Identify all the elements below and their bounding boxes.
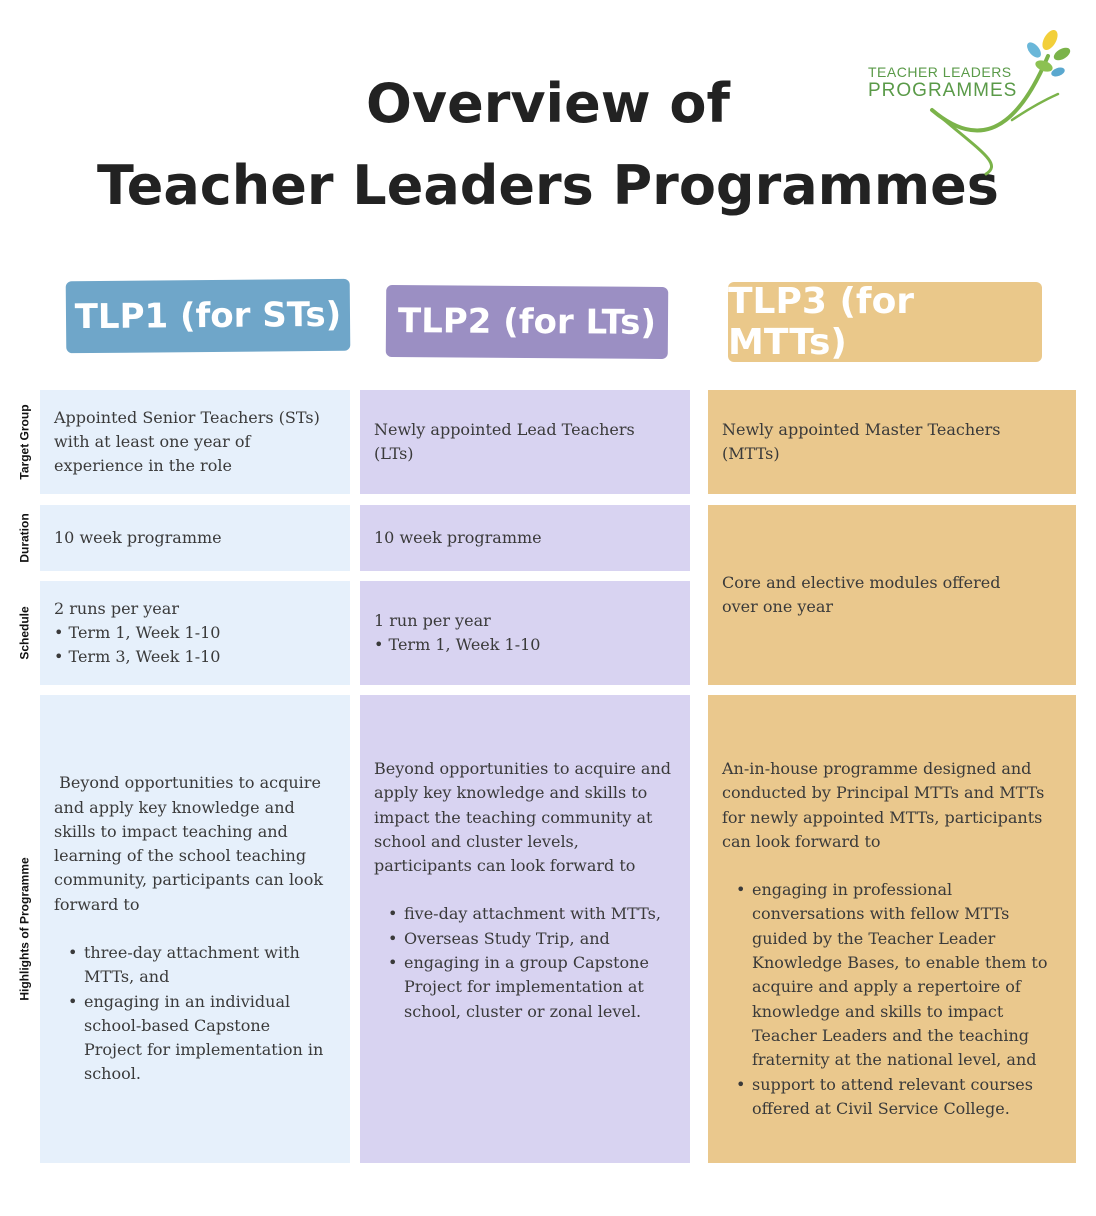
text-line: school-based Capstone — [84, 1015, 271, 1035]
text-line: acquire and apply a repertoire of — [752, 977, 1021, 997]
text-line: conducted by Principal MTTs and MTTs — [722, 783, 1045, 803]
row-label-duration-text: Duration — [18, 513, 32, 563]
list-item: Overseas Study Trip, and — [388, 927, 676, 952]
tlp1-schedule-cell: 2 runs per year • Term 1, Week 1-10 • Te… — [40, 581, 350, 685]
text-line: impact the teaching community at — [374, 807, 653, 827]
text-line: engaging in an individual — [84, 991, 291, 1011]
text-line: Knowledge Bases, to enable them to — [752, 953, 1048, 973]
tlp2-schedule-cell: 1 run per year • Term 1, Week 1-10 — [360, 581, 690, 685]
row-label-highlights: Highlights of Programme — [10, 695, 40, 1163]
highlights-list: three-day attachment with MTTs, and enga… — [54, 941, 336, 1087]
logo-text-line-1: TEACHER LEADERS — [868, 64, 1012, 80]
text-line: offered at Civil Service College. — [752, 1098, 1010, 1118]
row-label-schedule: Schedule — [10, 581, 40, 685]
text-line: conversations with fellow MTTs — [752, 904, 1010, 924]
highlights-list: engaging in professional conversations w… — [722, 878, 1062, 1121]
text-line: three-day attachment with — [84, 943, 300, 962]
text-line: fraternity at the national level, and — [752, 1050, 1037, 1070]
text-line: community, participants can look — [54, 870, 324, 890]
text-line: engaging in a group Capstone — [404, 953, 649, 973]
text-line: five-day attachment with MTTs, — [404, 904, 661, 924]
teacher-leaders-logo: TEACHER LEADERS PROGRAMMES — [862, 24, 1082, 180]
text-line: Teacher Leaders and the teaching — [752, 1025, 1030, 1045]
text-line: forward to — [54, 894, 140, 914]
text-line: experience in the role — [54, 456, 232, 476]
text-line: Project for implementation at — [404, 977, 644, 997]
row-label-target-group: Target Group — [10, 390, 40, 494]
text-line: Beyond opportunities to acquire and — [374, 759, 671, 778]
tlp3-duration-schedule-cell: Core and elective modules offered over o… — [708, 505, 1076, 685]
text-line: for newly appointed MTTs, participants — [722, 807, 1043, 827]
text-line: • Term 3, Week 1-10 — [54, 647, 221, 667]
text-line: Core and elective modules offered — [722, 572, 1001, 592]
row-label-duration: Duration — [10, 505, 40, 571]
highlights-list: five-day attachment with MTTs, Overseas … — [374, 902, 676, 1023]
text-line: 10 week programme — [374, 527, 542, 547]
highlights-intro: An-in-house programme designed and condu… — [722, 757, 1062, 854]
text-line: can look forward to — [722, 831, 881, 851]
highlights-intro: Beyond opportunities to acquire and appl… — [374, 757, 676, 878]
text-line: • Term 1, Week 1-10 — [54, 622, 221, 642]
text-line: Appointed Senior Teachers (STs) — [54, 407, 320, 427]
text-line: Newly appointed Master Teachers (MTTs) — [722, 419, 1001, 463]
logo-text-line-2: PROGRAMMES — [868, 80, 1018, 101]
text-line: and apply key knowledge and — [54, 797, 295, 817]
text-line: Project for implementation in — [84, 1040, 324, 1060]
tlp2-header: TLP2 (for LTs) — [385, 285, 669, 359]
text-line: skills to impact teaching and — [54, 821, 288, 841]
tlp3-highlights-cell: An-in-house programme designed and condu… — [708, 695, 1076, 1163]
tlp1-target-group-cell: Appointed Senior Teachers (STs) with at … — [40, 390, 350, 494]
text-line: knowledge and skills to impact — [752, 1001, 1004, 1021]
text-line: guided by the Teacher Leader — [752, 928, 996, 948]
tlp1-header: TLP1 (for STs) — [65, 278, 351, 354]
text-line: 1 run per year — [374, 610, 491, 630]
row-label-target-group-text: Target Group — [18, 404, 32, 480]
text-line: engaging in professional — [752, 880, 953, 900]
tlp2-target-group-cell: Newly appointed Lead Teachers (LTs) — [360, 390, 690, 494]
text-line: 2 runs per year — [54, 598, 179, 618]
text-line: An-in-house programme designed and — [722, 759, 1032, 778]
text-line: Overseas Study Trip, and — [404, 928, 610, 948]
tlp2-duration-cell: 10 week programme — [360, 505, 690, 571]
text-line: school and cluster levels, — [374, 831, 579, 851]
list-item: engaging in a group Capstone Project for… — [388, 951, 676, 1024]
text-line: with at least one year of — [54, 431, 251, 451]
list-item: three-day attachment with MTTs, and — [68, 941, 336, 990]
leaf-swoosh-icon — [930, 30, 1071, 176]
list-item: five-day attachment with MTTs, — [388, 902, 676, 927]
text-line: apply key knowledge and skills to — [374, 783, 648, 803]
row-label-schedule-text: Schedule — [18, 606, 33, 660]
highlights-intro: Beyond opportunities to acquire and appl… — [54, 771, 336, 917]
tlp2-highlights-cell: Beyond opportunities to acquire and appl… — [360, 695, 690, 1163]
list-item: engaging in an individual school-based C… — [68, 990, 336, 1087]
text-line: support to attend relevant courses — [752, 1074, 1033, 1094]
tlp1-duration-cell: 10 week programme — [40, 505, 350, 571]
tlp3-target-group-cell: Newly appointed Master Teachers (MTTs) — [708, 390, 1076, 494]
text-line: • Term 1, Week 1-10 — [374, 635, 541, 654]
text-line: Newly appointed Lead Teachers (LTs) — [374, 419, 635, 463]
text-line: learning of the school teaching — [54, 846, 307, 866]
text-line: 10 week programme — [54, 527, 222, 547]
text-line: participants can look forward to — [374, 856, 636, 876]
tlp3-header: TLP3 (for MTTs) — [728, 281, 1042, 363]
text-line: school. — [84, 1064, 141, 1084]
tlp1-highlights-cell: Beyond opportunities to acquire and appl… — [40, 695, 350, 1163]
list-item: support to attend relevant courses offer… — [736, 1073, 1062, 1122]
text-line: Beyond opportunities to acquire — [54, 773, 321, 793]
text-line: over one year — [722, 597, 834, 616]
text-line: MTTs, and — [84, 967, 170, 987]
text-line: school, cluster or zonal level. — [404, 1001, 642, 1021]
row-label-highlights-text: Highlights of Programme — [18, 857, 32, 1001]
list-item: engaging in professional conversations w… — [736, 878, 1062, 1072]
